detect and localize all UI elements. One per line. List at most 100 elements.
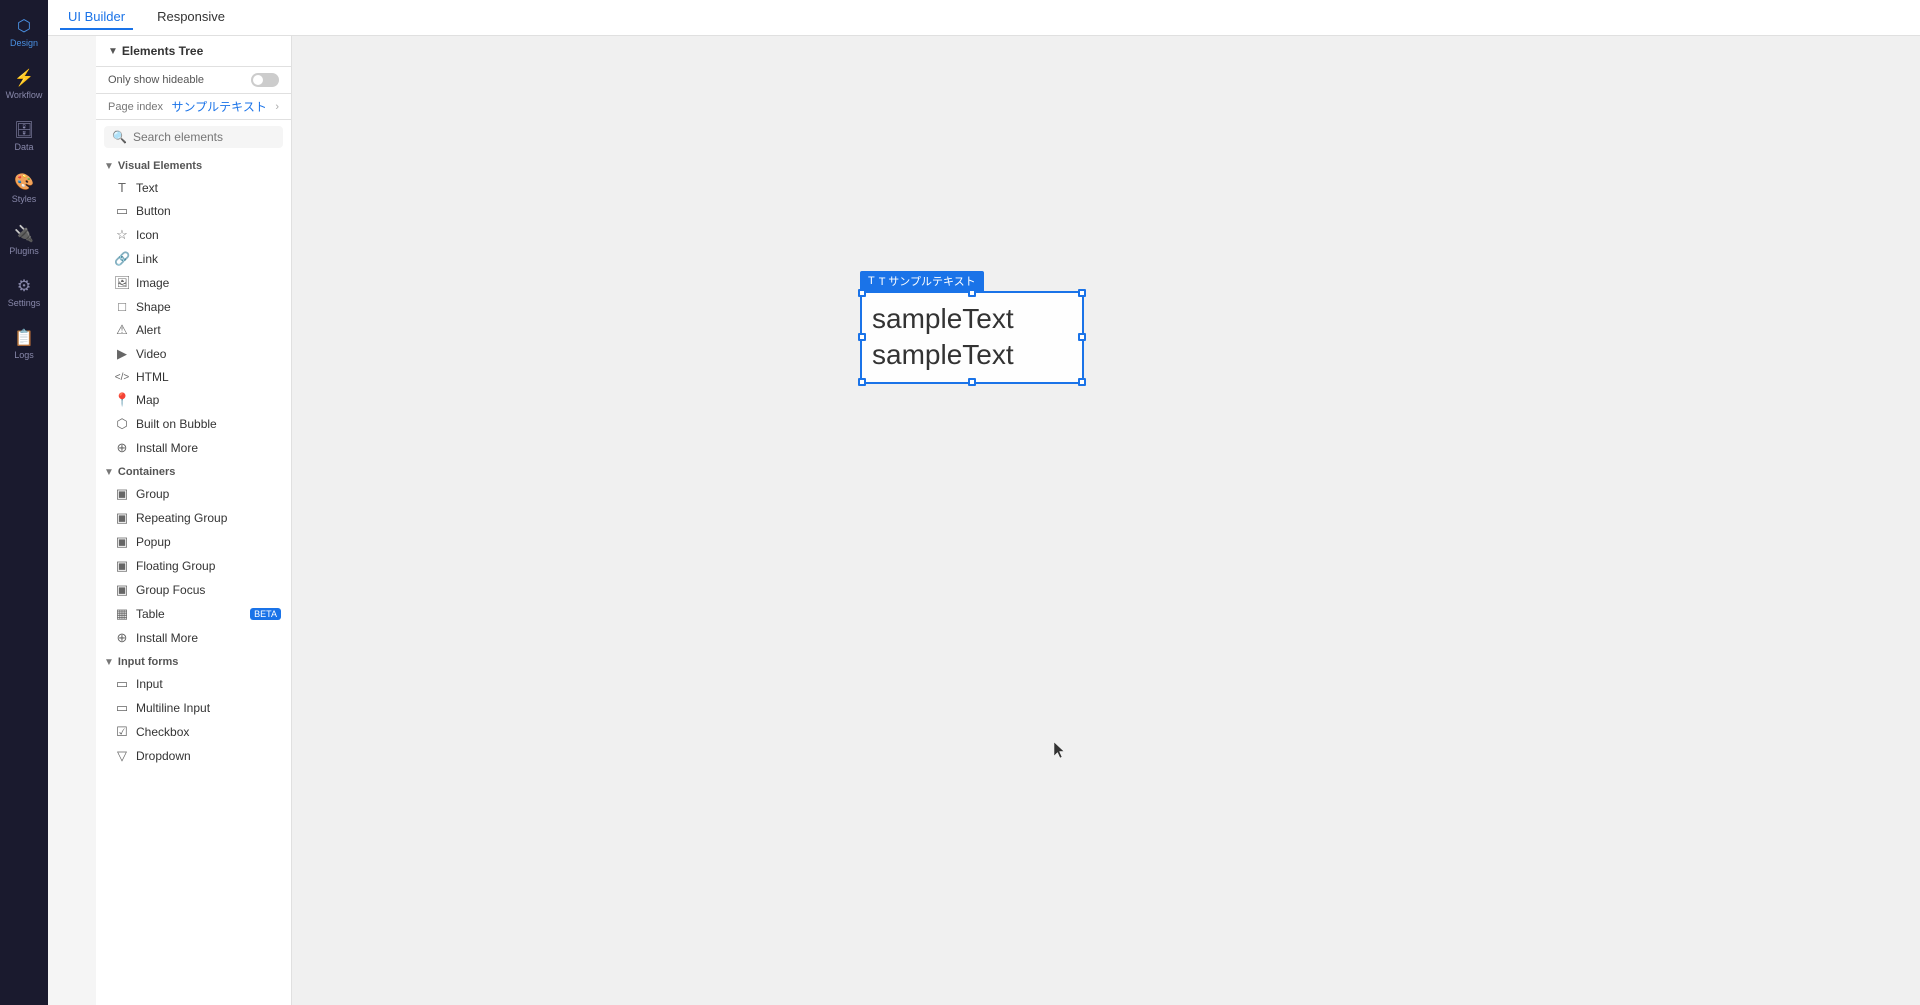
video-icon: ▶ — [114, 346, 130, 362]
install-more-containers-icon: ⊕ — [114, 630, 130, 646]
elements-tree-label: ▼ Elements Tree — [108, 44, 279, 58]
element-table[interactable]: ▦ Table BETA — [98, 602, 289, 626]
nav-item-workflow[interactable]: ⚡ Workflow — [4, 60, 44, 108]
element-map[interactable]: 📍 Map — [98, 388, 289, 412]
nav-item-logs[interactable]: 📋 Logs — [4, 320, 44, 368]
floating-group-icon: ▣ — [114, 558, 130, 574]
label-text-icon: T — [868, 275, 875, 287]
sidebar-content: ▼ Visual Elements T Text ▭ Button ☆ Icon… — [96, 154, 291, 1005]
multiline-input-icon: ▭ — [114, 700, 130, 716]
element-checkbox[interactable]: ☑ Checkbox — [98, 720, 289, 744]
element-link[interactable]: 🔗 Link — [98, 247, 289, 271]
canvas-text-element[interactable]: T T サンプルテキスト sampleText sampleText — [860, 271, 1084, 384]
resize-handle-middle-left[interactable] — [858, 333, 866, 341]
nav-item-data[interactable]: 🗄 Data — [4, 112, 44, 160]
visual-elements-header[interactable]: ▼ Visual Elements — [96, 154, 291, 176]
element-input[interactable]: ▭ Input — [98, 672, 289, 696]
sidebar-header: ▼ Elements Tree — [96, 36, 291, 67]
input-forms-collapse-icon: ▼ — [104, 657, 114, 668]
element-shape[interactable]: □ Shape — [98, 295, 289, 318]
element-install-more-containers[interactable]: ⊕ Install More — [98, 626, 289, 650]
element-box[interactable]: sampleText sampleText — [860, 291, 1084, 384]
vertical-nav: ⬡ Design ⚡ Workflow 🗄 Data 🎨 Styles 🔌 Pl… — [0, 0, 48, 1005]
alert-icon: ⚠ — [114, 322, 130, 338]
popup-icon: ▣ — [114, 534, 130, 550]
link-icon: 🔗 — [114, 251, 130, 267]
element-label: T T サンプルテキスト — [860, 271, 984, 291]
visual-elements-collapse-icon: ▼ — [104, 161, 114, 172]
checkbox-icon: ☑ — [114, 724, 130, 740]
group-focus-icon: ▣ — [114, 582, 130, 598]
cursor — [1054, 742, 1066, 760]
element-dropdown[interactable]: ▽ Dropdown — [98, 744, 289, 768]
plugins-icon: 🔌 — [14, 224, 34, 244]
element-group-focus[interactable]: ▣ Group Focus — [98, 578, 289, 602]
nav-item-design[interactable]: ⬡ Design — [4, 8, 44, 56]
main-layout: ▼ Elements Tree Only show hideable Page … — [96, 36, 1920, 1005]
styles-icon: 🎨 — [14, 172, 34, 192]
group-icon: ▣ — [114, 486, 130, 502]
element-floating-group[interactable]: ▣ Floating Group — [98, 554, 289, 578]
map-icon: 📍 — [114, 392, 130, 408]
search-box: 🔍 — [104, 126, 283, 148]
input-forms-header[interactable]: ▼ Input forms — [96, 650, 291, 672]
repeating-group-icon: ▣ — [114, 510, 130, 526]
element-icon[interactable]: ☆ Icon — [98, 223, 289, 247]
settings-icon: ⚙ — [17, 276, 31, 296]
resize-handle-bottom-right[interactable] — [1078, 378, 1086, 386]
collapse-tree-icon[interactable]: ▼ — [108, 46, 118, 57]
nav-item-plugins[interactable]: 🔌 Plugins — [4, 216, 44, 264]
element-repeating-group[interactable]: ▣ Repeating Group — [98, 506, 289, 530]
shape-icon: □ — [114, 299, 130, 314]
search-input[interactable] — [133, 130, 288, 144]
input-icon: ▭ — [114, 676, 130, 692]
containers-header[interactable]: ▼ Containers — [96, 460, 291, 482]
dropdown-icon: ▽ — [114, 748, 130, 764]
image-icon: 🖼 — [114, 275, 130, 291]
element-multiline-input[interactable]: ▭ Multiline Input — [98, 696, 289, 720]
element-text[interactable]: T Text — [98, 176, 289, 199]
logs-icon: 📋 — [14, 328, 34, 348]
element-alert[interactable]: ⚠ Alert — [98, 318, 289, 342]
containers-collapse-icon: ▼ — [104, 467, 114, 478]
element-button[interactable]: ▭ Button — [98, 199, 289, 223]
element-popup[interactable]: ▣ Popup — [98, 530, 289, 554]
resize-handle-middle-right[interactable] — [1078, 333, 1086, 341]
nav-item-settings[interactable]: ⚙ Settings — [4, 268, 44, 316]
element-video[interactable]: ▶ Video — [98, 342, 289, 366]
table-icon: ▦ — [114, 606, 130, 622]
page-index-row: Page index サンプルテキスト › — [96, 94, 291, 120]
resize-handle-bottom-left[interactable] — [858, 378, 866, 386]
element-html[interactable]: </> HTML — [98, 366, 289, 388]
element-image[interactable]: 🖼 Image — [98, 271, 289, 295]
workflow-icon: ⚡ — [14, 68, 34, 88]
text-icon: T — [114, 180, 130, 195]
resize-handle-top-left[interactable] — [858, 289, 866, 297]
resize-handle-top-right[interactable] — [1078, 289, 1086, 297]
built-on-bubble-icon: ⬡ — [114, 416, 130, 432]
element-built-on-bubble[interactable]: ⬡ Built on Bubble — [98, 412, 289, 436]
resize-handle-bottom-center[interactable] — [968, 378, 976, 386]
button-icon: ▭ — [114, 203, 130, 219]
top-bar: UI Builder Responsive — [48, 0, 1920, 36]
resize-handle-top-center[interactable] — [968, 289, 976, 297]
table-beta-badge: BETA — [250, 608, 281, 620]
only-show-hideable-row: Only show hideable — [96, 67, 291, 94]
element-group[interactable]: ▣ Group — [98, 482, 289, 506]
tab-responsive[interactable]: Responsive — [149, 5, 233, 30]
search-icon: 🔍 — [112, 130, 127, 144]
element-install-more-visual[interactable]: ⊕ Install More — [98, 436, 289, 460]
page-index-arrow: › — [275, 101, 279, 113]
element-text-line1: sampleText sampleText — [872, 301, 1072, 374]
html-icon: </> — [114, 372, 130, 383]
nav-item-styles[interactable]: 🎨 Styles — [4, 164, 44, 212]
canvas-area[interactable]: T T サンプルテキスト sampleText sampleText — [292, 36, 1920, 1005]
data-icon: 🗄 — [14, 120, 34, 140]
sidebar: ▼ Elements Tree Only show hideable Page … — [96, 36, 292, 1005]
tab-ui-builder[interactable]: UI Builder — [60, 5, 133, 30]
page-name[interactable]: サンプルテキスト — [172, 98, 267, 115]
only-show-hideable-toggle[interactable] — [251, 73, 279, 87]
install-more-visual-icon: ⊕ — [114, 440, 130, 456]
icon-icon: ☆ — [114, 227, 130, 243]
design-icon: ⬡ — [17, 16, 31, 36]
